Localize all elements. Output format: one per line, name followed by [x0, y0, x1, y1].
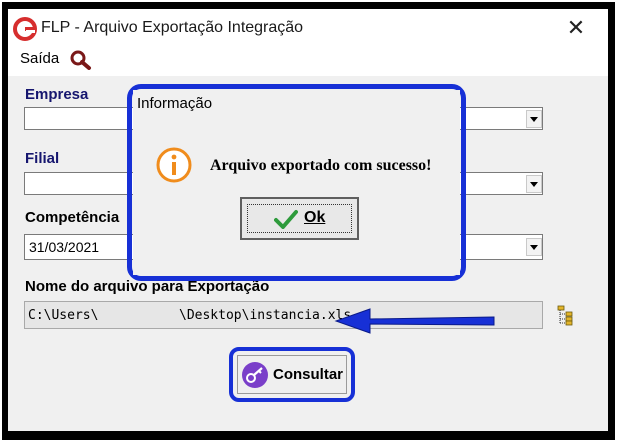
competencia-value: 31/03/2021	[29, 239, 100, 255]
chevron-down-icon[interactable]	[526, 238, 542, 256]
export-path-end: \Desktop\instancia.xls	[179, 308, 352, 323]
dialog-title: Informação	[137, 95, 213, 112]
filial-label: Filial	[25, 150, 60, 167]
ok-focus-rect	[247, 204, 352, 233]
chevron-down-icon[interactable]	[526, 110, 542, 128]
export-path-start: C:\Users\	[28, 308, 99, 323]
search-icon[interactable]	[70, 50, 92, 70]
checkmark-icon	[274, 210, 298, 229]
app-logo-icon	[13, 17, 37, 41]
chevron-down-icon[interactable]	[526, 175, 542, 193]
menu-saida[interactable]: Saída	[20, 50, 59, 67]
key-icon	[242, 362, 268, 388]
window-title: FLP - Arquivo Exportação Integração	[41, 19, 304, 36]
ok-label: Ok	[304, 209, 326, 226]
consultar-label: Consultar	[273, 366, 344, 383]
annotation-arrow	[334, 308, 495, 334]
info-icon	[156, 147, 192, 183]
empresa-label: Empresa	[25, 86, 89, 103]
close-icon[interactable]: ✕	[564, 16, 588, 40]
competencia-label: Competência	[25, 209, 120, 226]
dialog-message: Arquivo exportado com sucesso!	[210, 157, 432, 174]
folder-tree-icon[interactable]	[556, 304, 578, 326]
